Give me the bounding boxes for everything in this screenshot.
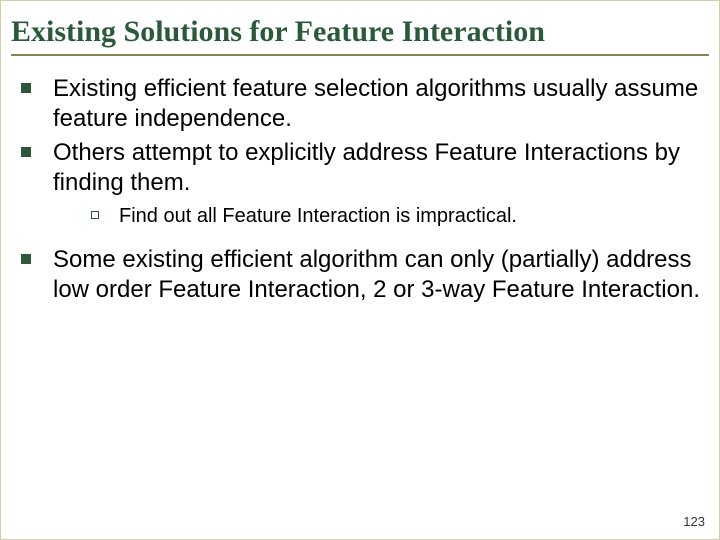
bullet-list: Existing efficient feature selection alg… (11, 74, 709, 305)
bullet-text: Others attempt to explicitly address Fea… (53, 138, 709, 198)
bullet-text: Existing efficient feature selection alg… (53, 74, 709, 134)
slide: Existing Solutions for Feature Interacti… (11, 15, 709, 537)
bullet-item: Existing efficient feature selection alg… (21, 74, 709, 134)
bullet-item: Others attempt to explicitly address Fea… (21, 138, 709, 198)
square-bullet-icon (21, 83, 31, 93)
title-container: Existing Solutions for Feature Interacti… (11, 15, 709, 56)
bullet-text: Some existing efficient algorithm can on… (53, 245, 709, 305)
sub-bullet-item: Find out all Feature Interaction is impr… (21, 204, 709, 229)
square-bullet-icon (21, 147, 31, 157)
slide-title: Existing Solutions for Feature Interacti… (11, 15, 709, 50)
bullet-item: Some existing efficient algorithm can on… (21, 245, 709, 305)
page-number: 123 (683, 514, 705, 529)
square-bullet-icon (21, 254, 31, 264)
hollow-square-bullet-icon (91, 211, 99, 219)
sub-bullet-text: Find out all Feature Interaction is impr… (119, 204, 517, 229)
